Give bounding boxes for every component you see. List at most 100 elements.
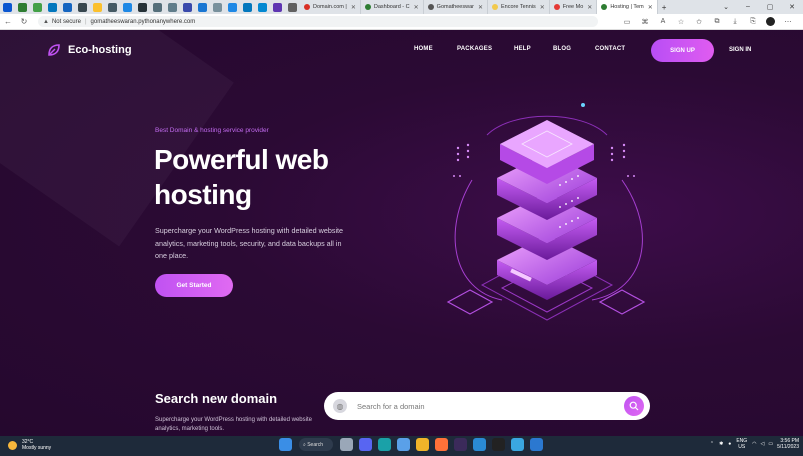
vscode-icon[interactable] [473, 438, 486, 451]
collections-icon[interactable]: ⧉ [708, 18, 726, 26]
reload-icon[interactable]: ↻ [16, 17, 32, 26]
pinned-tab-icon[interactable] [78, 2, 87, 12]
browser-tab-active[interactable]: Hosting | Tem ✕ [597, 0, 658, 14]
share-icon[interactable]: ⎘ [744, 18, 762, 26]
tab-label: Dashboard - C [373, 4, 410, 10]
pinned-tab-icon[interactable] [93, 2, 102, 12]
pinned-tab-icon[interactable] [18, 2, 27, 12]
app-tray-icon[interactable]: ● [728, 441, 731, 447]
get-started-button[interactable]: Get Started [155, 274, 233, 297]
chevron-down-icon[interactable]: ⌄ [715, 3, 737, 11]
chevron-up-icon[interactable]: ⌃ [710, 441, 714, 447]
pinned-tab-icon[interactable] [108, 2, 117, 12]
app-icon[interactable] [3, 2, 12, 12]
web-page: Eco-hosting HOME PACKAGES HELP BLOG CONT… [0, 30, 803, 436]
tab-favicon [492, 4, 498, 10]
pinned-tab-icon[interactable] [288, 2, 297, 12]
pinned-tab-icon[interactable] [228, 2, 237, 12]
new-tab-button[interactable]: + [658, 0, 671, 14]
pinned-tab-icon[interactable] [168, 2, 177, 12]
browser-tab[interactable]: Encore Tennis ✕ [488, 0, 550, 14]
download-icon[interactable]: ⤓ [726, 18, 744, 26]
pinned-tab-icon[interactable] [33, 2, 42, 12]
close-icon[interactable]: ✕ [414, 4, 419, 11]
hero-tagline: Best Domain & hosting service provider [155, 127, 269, 134]
screen-cast-icon[interactable]: ▭ [618, 18, 636, 26]
pinned-tab-icon[interactable] [198, 2, 207, 12]
browser-tab[interactable]: Free Mo ✕ [550, 0, 598, 14]
system-tray: ⌃ ✱ ● ENG US ◠ ◁ ▭ 3:56 PM 5/11/2023 [710, 438, 799, 450]
app-icon[interactable] [530, 438, 543, 451]
domain-search-input[interactable] [357, 401, 607, 411]
file-explorer-icon[interactable] [416, 438, 429, 451]
pinned-tab-icon[interactable] [153, 2, 162, 12]
minimize-icon[interactable]: – [737, 3, 759, 11]
taskbar-search[interactable]: ⌕ Search [299, 438, 333, 451]
app-icon[interactable] [454, 438, 467, 451]
pinned-tab-icon[interactable] [183, 2, 192, 12]
browser-tab[interactable]: Dashboard - C ✕ [361, 0, 424, 14]
pinned-tab-icon[interactable] [213, 2, 222, 12]
sign-in-link[interactable]: SIGN IN [729, 47, 751, 53]
url-field[interactable]: ▲ Not secure | gomatheeswaran.pythonanyw… [38, 16, 598, 27]
globe-icon: ◍ [333, 399, 347, 413]
site-logo[interactable]: Eco-hosting [46, 42, 132, 58]
browser-tab[interactable]: Gomatheeswar ✕ [424, 0, 488, 14]
nav-home[interactable]: HOME [414, 46, 433, 52]
favorite-icon[interactable]: ☆ [672, 18, 690, 26]
close-icon[interactable]: ✕ [587, 4, 592, 11]
browser-tab-strip: Domain.com | ✕ Dashboard - C ✕ Gomathees… [0, 0, 803, 14]
pinned-tab-icon[interactable] [243, 2, 252, 12]
nav-blog[interactable]: BLOG [553, 46, 571, 52]
pinned-tab-icon[interactable] [123, 2, 132, 12]
back-arrow-icon[interactable]: ← [0, 17, 16, 26]
chat-icon[interactable] [359, 438, 372, 451]
sign-up-button[interactable]: SIGN UP [651, 39, 714, 62]
browser-tab[interactable]: Domain.com | ✕ [300, 0, 361, 14]
maximize-icon[interactable]: ▢ [759, 3, 781, 11]
pinned-tab-icon[interactable] [273, 2, 282, 12]
close-icon[interactable]: ✕ [648, 4, 653, 11]
pinned-tab-icon[interactable] [258, 2, 267, 12]
pinned-tab-icon[interactable] [48, 2, 57, 12]
close-icon[interactable]: ✕ [540, 4, 545, 11]
close-window-icon[interactable]: ✕ [781, 3, 803, 11]
store-icon[interactable] [397, 438, 410, 451]
security-label: Not secure [51, 18, 81, 25]
nav-help[interactable]: HELP [514, 46, 531, 52]
edge-icon[interactable] [378, 438, 391, 451]
close-icon[interactable]: ✕ [351, 4, 356, 11]
close-icon[interactable]: ✕ [478, 4, 483, 11]
server-illustration [446, 103, 646, 321]
window-controls: ⌄ – ▢ ✕ [715, 3, 803, 11]
profile-avatar[interactable] [766, 17, 775, 26]
volume-icon[interactable]: ◁ [761, 441, 765, 447]
read-aloud-icon[interactable]: A [654, 18, 672, 25]
task-view-icon[interactable] [340, 438, 353, 451]
clock[interactable]: 3:56 PM 5/11/2023 [777, 438, 799, 450]
domain-search-title: Search new domain [155, 391, 278, 406]
search-button[interactable] [624, 396, 644, 416]
tab-favicon [601, 4, 608, 10]
terminal-icon[interactable] [492, 438, 505, 451]
firefox-icon[interactable] [435, 438, 448, 451]
favorites-bar-icon[interactable]: ✩ [690, 18, 708, 26]
bluetooth-icon[interactable]: ✱ [719, 441, 723, 447]
domain-search-description: Supercharge your WordPress hosting with … [155, 417, 312, 432]
start-icon[interactable] [279, 438, 292, 451]
weather-widget[interactable]: 32°C Mostly sunny [8, 439, 51, 451]
more-options-icon[interactable]: ⋯ [779, 18, 797, 26]
notepad-icon[interactable] [511, 438, 524, 451]
pinned-tab-icon[interactable] [63, 2, 72, 12]
pinned-tab-icon[interactable] [138, 2, 147, 12]
battery-icon[interactable]: ▭ [768, 441, 773, 447]
address-bar: ← ↻ ▲ Not secure | gomatheeswaran.python… [0, 14, 803, 30]
nav-packages[interactable]: PACKAGES [457, 46, 492, 52]
tab-label: Encore Tennis [501, 4, 536, 10]
wifi-icon[interactable]: ◠ [752, 441, 756, 447]
extension-icon[interactable]: ⌘ [636, 18, 654, 26]
tab-favicon [304, 4, 310, 10]
nav-contact[interactable]: CONTACT [595, 46, 625, 52]
language-indicator[interactable]: ENG US [736, 438, 747, 450]
divider: | [84, 18, 87, 25]
